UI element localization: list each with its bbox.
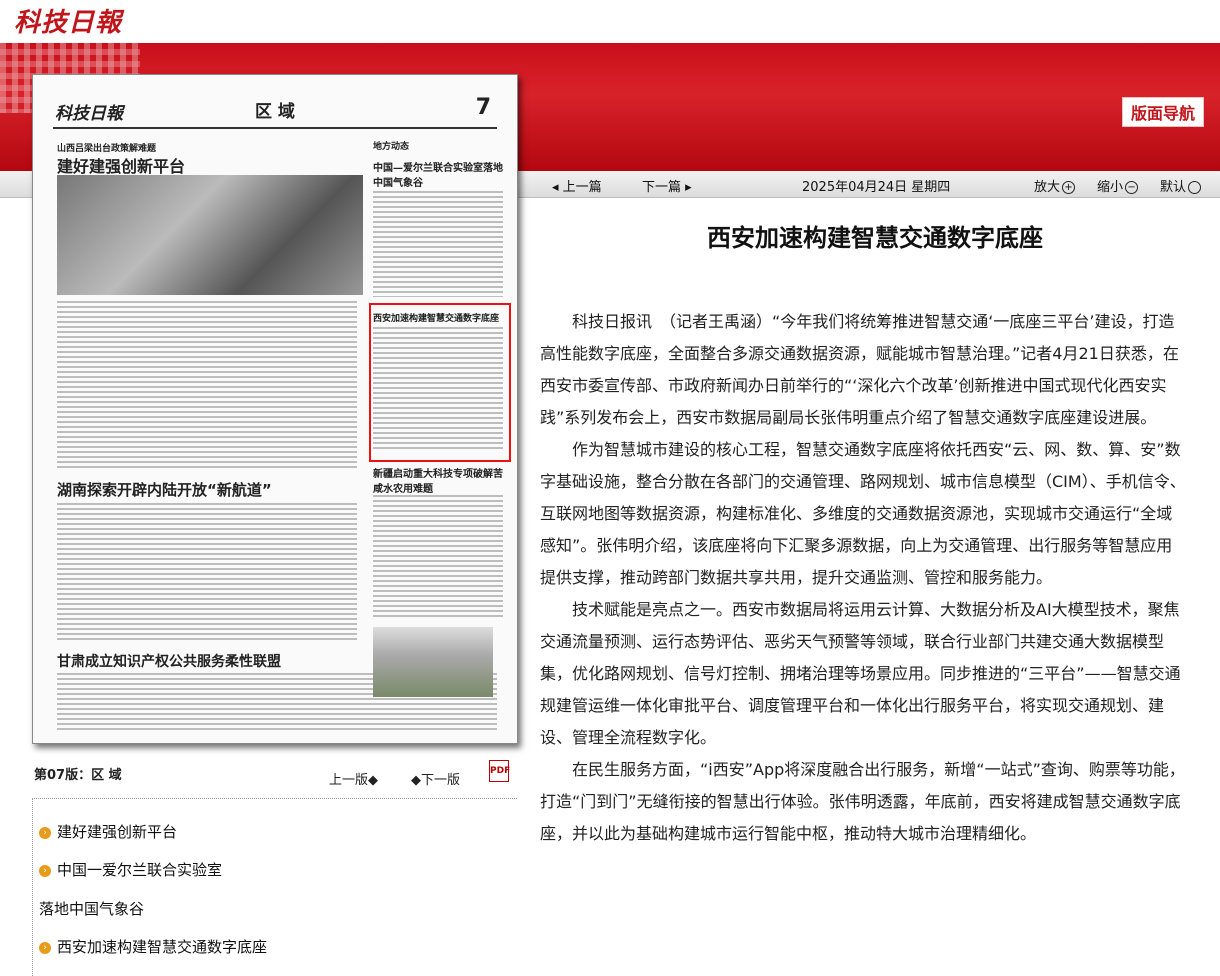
masthead-rule xyxy=(53,127,497,129)
default-size-button[interactable]: 默认 xyxy=(1160,176,1202,195)
paper-text-block xyxy=(373,191,503,297)
article-paragraph: 技术赋能是亮点之一。西安市数据局将运用云计算、大数据分析及AI大模型技术，聚焦交… xyxy=(540,600,1181,747)
arrow-bullet-icon: › xyxy=(39,826,51,839)
plus-icon: + xyxy=(1062,181,1076,194)
left-triangle-icon: ◂ xyxy=(552,180,563,195)
article-body: 科技日报讯 （记者王禹涵）“今年我们将统筹推进智慧交通‘一底座三平台’建设，打造… xyxy=(540,306,1188,850)
newspaper-page-thumbnail[interactable]: 科技日報 区 域 7 山西吕梁出台政策解难题 建好建强创新平台 湖南探索开辟内陆… xyxy=(32,74,518,744)
list-item[interactable]: › 中国一爱尔兰联合实验室 xyxy=(39,859,222,880)
prev-article-link[interactable]: ◂ 上一篇 xyxy=(552,176,602,195)
paper-headline-main[interactable]: 建好建强创新平台 xyxy=(57,153,185,177)
circle-icon xyxy=(1188,181,1202,194)
paper-text-block xyxy=(57,503,357,643)
paper-name: 科技日報 xyxy=(55,104,123,124)
left-arrow-icon: ◆ xyxy=(368,773,379,788)
prev-page-link[interactable]: 上一版◆ xyxy=(329,769,378,788)
paper-section: 区 域 xyxy=(255,102,295,122)
next-article-link[interactable]: 下一篇 ▸ xyxy=(642,176,692,195)
article-list: › 建好建强创新平台 › 中国一爱尔兰联合实验室 落地中国气象谷 › 西安加速构建智慧… xyxy=(32,798,517,976)
paper-photo xyxy=(57,175,363,295)
list-item-continuation[interactable]: 落地中国气象谷 xyxy=(39,898,144,919)
paper-text-block xyxy=(373,495,503,619)
list-item[interactable]: › 建好建强创新平台 xyxy=(39,821,177,842)
page-nav-button[interactable]: 版面导航 xyxy=(1121,97,1204,127)
issue-date: 2025年04月24日 星期四 xyxy=(802,180,951,195)
article-title: 西安加速构建智慧交通数字底座 xyxy=(707,224,1043,252)
edition-label: 第07版：区 域 xyxy=(34,768,122,783)
article-paragraph: 在民生服务方面，“i西安”App将深度融合出行服务，新增“一站式”查询、购票等功… xyxy=(540,760,1185,843)
paper-photo-2 xyxy=(373,627,493,697)
article-toolbar: ◂ 上一篇 下一篇 ▸ 2025年04月24日 星期四 放大 + 缩小 − 默认 xyxy=(530,171,1220,197)
pdf-icon[interactable]: PDF xyxy=(489,760,510,782)
zoom-in-button[interactable]: 放大 + xyxy=(1034,176,1076,195)
zoom-out-button[interactable]: 缩小 − xyxy=(1097,176,1139,195)
article-paragraph: 作为智慧城市建设的核心工程，智慧交通数字底座将依托西安“云、网、数、算、安”数字… xyxy=(540,440,1186,587)
minus-icon: − xyxy=(1125,181,1139,194)
paper-right-headline-2[interactable]: 西安加速构建智慧交通数字底座 xyxy=(373,311,503,324)
next-page-link[interactable]: ◆下一版 xyxy=(411,769,460,788)
right-arrow-icon: ◆ xyxy=(411,773,421,788)
paper-right-headline-3[interactable]: 新疆启动重大科技专项破解苦咸水农用难题 xyxy=(373,465,503,495)
arrow-bullet-icon: › xyxy=(39,864,51,877)
right-triangle-icon: ▸ xyxy=(681,180,692,195)
arrow-bullet-icon: › xyxy=(39,941,51,954)
paper-text-block xyxy=(373,327,503,451)
paper-right-column-title: 地方动态 xyxy=(373,142,410,152)
site-logo[interactable]: 科技日報 xyxy=(14,2,122,39)
paper-headline-3[interactable]: 甘肃成立知识产权公共服务柔性联盟 xyxy=(57,651,281,671)
paper-page-number: 7 xyxy=(475,95,491,120)
article-paragraph: 科技日报讯 （记者王禹涵）“今年我们将统筹推进智慧交通‘一底座三平台’建设，打造… xyxy=(540,312,1179,427)
paper-text-block xyxy=(57,301,357,471)
list-item[interactable]: › 西安加速构建智慧交通数字底座 xyxy=(39,936,267,957)
paper-right-headline-1[interactable]: 中国—爱尔兰联合实验室落地中国气象谷 xyxy=(373,159,503,189)
paper-headline-2[interactable]: 湖南探索开辟内陆开放“新航道” xyxy=(57,479,272,500)
